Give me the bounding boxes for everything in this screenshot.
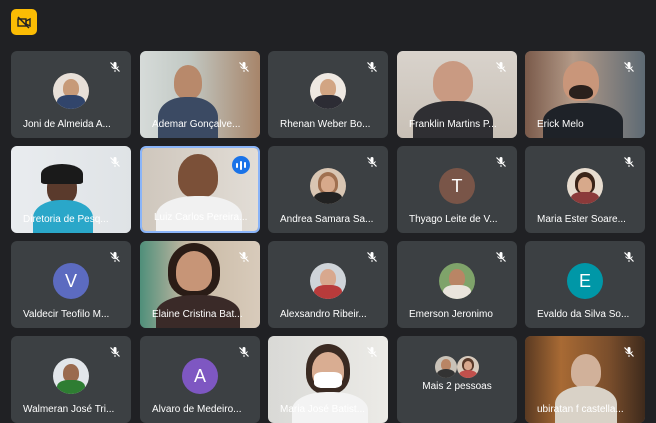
- participant-tile[interactable]: ubiratan f castella...: [525, 336, 645, 423]
- participant-tile[interactable]: E Evaldo da Silva So...: [525, 241, 645, 328]
- participant-name: Luiz Carlos Pereira...: [154, 212, 248, 223]
- participant-tile[interactable]: Maria José Batist...: [268, 336, 388, 423]
- mic-off-icon: [237, 250, 251, 264]
- mic-off-icon: [108, 155, 122, 169]
- participant-name: Alexsandro Ribeir...: [280, 309, 367, 320]
- avatar-letter: V: [64, 271, 77, 291]
- mic-off-icon: [108, 345, 122, 359]
- avatar-letter: T: [451, 176, 463, 196]
- participant-tile[interactable]: Alexsandro Ribeir...: [268, 241, 388, 328]
- participant-tile[interactable]: A Alvaro de Medeiro...: [140, 336, 260, 423]
- participant-tile[interactable]: Erick Melo: [525, 51, 645, 138]
- participant-name: Walmeran José Tri...: [23, 404, 115, 415]
- participant-tile[interactable]: Franklin Martins P...: [397, 51, 517, 138]
- participant-name: ubiratan f castella...: [537, 404, 624, 415]
- mic-off-icon: [622, 250, 636, 264]
- participant-name: Maria José Batist...: [280, 404, 366, 415]
- participant-name: Emerson Jeronimo: [409, 309, 493, 320]
- participant-tile[interactable]: T Thyago Leite de V...: [397, 146, 517, 233]
- mic-off-icon: [494, 155, 508, 169]
- participant-avatar: [567, 168, 603, 204]
- mic-off-icon: [365, 345, 379, 359]
- participant-tile[interactable]: Diretoria de Pesq...: [11, 146, 131, 233]
- participant-avatar: T: [439, 168, 475, 204]
- avatar-letter: E: [578, 271, 591, 291]
- participant-tile[interactable]: Ademar Gonçalve...: [140, 51, 260, 138]
- participant-avatar: [53, 73, 89, 109]
- speaking-indicator-icon: [232, 156, 250, 174]
- mic-off-icon: [365, 60, 379, 74]
- participant-name: Alvaro de Medeiro...: [152, 404, 242, 415]
- mic-off-icon: [622, 345, 636, 359]
- participant-tile[interactable]: V Valdecir Teofilo M...: [11, 241, 131, 328]
- participant-name: Maria Ester Soare...: [537, 214, 626, 225]
- mic-off-icon: [237, 345, 251, 359]
- participant-avatar: E: [567, 263, 603, 299]
- mic-off-icon: [494, 250, 508, 264]
- mic-off-icon: [622, 155, 636, 169]
- mic-off-icon: [622, 60, 636, 74]
- participant-name: Ademar Gonçalve...: [152, 119, 241, 130]
- participant-avatar: V: [53, 263, 89, 299]
- avatar-letter: A: [193, 366, 206, 386]
- participant-avatar: [53, 358, 89, 394]
- participant-tile[interactable]: Maria Ester Soare...: [525, 146, 645, 233]
- participant-name: Valdecir Teofilo M...: [23, 309, 110, 320]
- mic-off-icon: [365, 250, 379, 264]
- mic-off-icon: [108, 250, 122, 264]
- participant-name: Elaine Cristina Bat...: [152, 309, 243, 320]
- mic-off-icon: [108, 60, 122, 74]
- participant-avatar: [310, 263, 346, 299]
- participant-avatar: [310, 73, 346, 109]
- participant-tile[interactable]: Walmeran José Tri...: [11, 336, 131, 423]
- participant-avatar: [435, 356, 457, 378]
- participant-tile-active-speaker[interactable]: Luiz Carlos Pereira...: [140, 146, 260, 233]
- participant-avatar: [310, 168, 346, 204]
- participant-name: Evaldo da Silva So...: [537, 309, 630, 320]
- participant-name: Rhenan Weber Bo...: [280, 119, 371, 130]
- participant-tile[interactable]: Elaine Cristina Bat...: [140, 241, 260, 328]
- participant-avatar: A: [182, 358, 218, 394]
- mic-off-icon: [365, 155, 379, 169]
- participant-name: Andrea Samara Sa...: [280, 214, 374, 225]
- participant-tile[interactable]: Joni de Almeida A...: [11, 51, 131, 138]
- mic-off-icon: [237, 60, 251, 74]
- participant-name: Franklin Martins P...: [409, 119, 497, 130]
- mic-off-icon: [494, 60, 508, 74]
- participant-name: Erick Melo: [537, 119, 584, 130]
- participant-tile[interactable]: Rhenan Weber Bo...: [268, 51, 388, 138]
- participant-tile[interactable]: Emerson Jeronimo: [397, 241, 517, 328]
- participant-tile[interactable]: Andrea Samara Sa...: [268, 146, 388, 233]
- participant-avatar: [439, 263, 475, 299]
- participant-name: Thyago Leite de V...: [409, 214, 498, 225]
- participant-avatar: [457, 356, 479, 378]
- participant-name: Joni de Almeida A...: [23, 119, 111, 130]
- participant-name: Diretoria de Pesq...: [23, 214, 109, 225]
- more-participants-tile[interactable]: Mais 2 pessoas: [397, 336, 517, 423]
- more-participants-label: Mais 2 pessoas: [422, 381, 492, 392]
- participant-grid: Joni de Almeida A... Ademar Gonçalve... …: [0, 0, 656, 423]
